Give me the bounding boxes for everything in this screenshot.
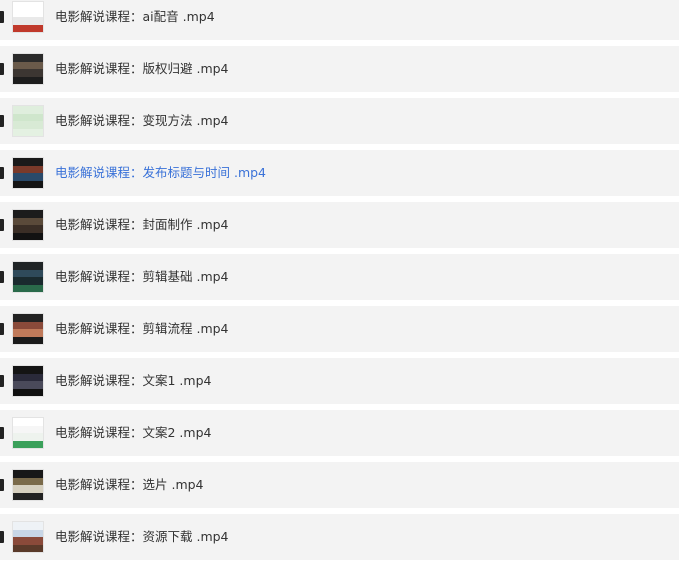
thumbnail-band [13, 433, 43, 441]
thumbnail-band [13, 388, 43, 396]
thumbnail-band [13, 158, 43, 166]
video-thumbnail[interactable] [12, 209, 44, 241]
thumbnail-band [13, 269, 43, 278]
file-row-7[interactable]: 电影解说课程：剪辑流程 .mp4 [0, 306, 679, 352]
thumbnail-band [13, 477, 43, 486]
thumbnail-band [13, 544, 43, 552]
thumbnail-band [13, 284, 43, 292]
row-marker-icon [0, 167, 4, 179]
video-thumbnail[interactable] [12, 313, 44, 345]
file-name[interactable]: 电影解说课程：封面制作 .mp4 [55, 202, 229, 248]
video-thumbnail[interactable] [12, 365, 44, 397]
thumbnail-band [13, 366, 43, 374]
file-row-2[interactable]: 电影解说课程：版权归避 .mp4 [0, 46, 679, 92]
file-row-3[interactable]: 电影解说课程：变现方法 .mp4 [0, 98, 679, 144]
thumbnail-band [13, 492, 43, 500]
thumbnail-band [13, 217, 43, 226]
thumbnail-band [13, 225, 43, 233]
thumbnail-band [13, 381, 43, 389]
file-row-5[interactable]: 电影解说课程：封面制作 .mp4 [0, 202, 679, 248]
file-row-10[interactable]: 电影解说课程：选片 .mp4 [0, 462, 679, 508]
thumbnail-band [13, 61, 43, 70]
file-name[interactable]: 电影解说课程：选片 .mp4 [55, 462, 204, 508]
file-row-1[interactable]: 电影解说课程：ai配音 .mp4 [0, 0, 679, 40]
row-marker-icon [0, 11, 4, 23]
thumbnail-band [13, 210, 43, 218]
thumbnail-band [13, 425, 43, 434]
thumbnail-band [13, 106, 43, 114]
thumbnail-band [13, 336, 43, 344]
thumbnail-band [13, 113, 43, 122]
row-marker-icon [0, 63, 4, 75]
row-marker-icon [0, 531, 4, 543]
thumbnail-band [13, 232, 43, 240]
thumbnail-band [13, 314, 43, 322]
thumbnail-band [13, 2, 43, 10]
file-row-11[interactable]: 电影解说课程：资源下载 .mp4 [0, 514, 679, 560]
thumbnail-band [13, 9, 43, 18]
thumbnail-band [13, 17, 43, 25]
thumbnail-band [13, 69, 43, 77]
thumbnail-band [13, 485, 43, 493]
file-list: 电影解说课程：ai配音 .mp4 电影解说课程：版权归避 .mp4 电影解说课程… [0, 0, 679, 563]
video-thumbnail[interactable] [12, 53, 44, 85]
row-marker-icon [0, 427, 4, 439]
file-row-8[interactable]: 电影解说课程：文案1 .mp4 [0, 358, 679, 404]
video-thumbnail[interactable] [12, 469, 44, 501]
video-thumbnail[interactable] [12, 521, 44, 553]
thumbnail-band [13, 173, 43, 181]
thumbnail-band [13, 54, 43, 62]
file-name[interactable]: 电影解说课程：剪辑基础 .mp4 [55, 254, 229, 300]
video-thumbnail[interactable] [12, 417, 44, 449]
thumbnail-band [13, 440, 43, 448]
row-marker-icon [0, 115, 4, 127]
thumbnail-band [13, 321, 43, 330]
thumbnail-band [13, 262, 43, 270]
file-row-6[interactable]: 电影解说课程：剪辑基础 .mp4 [0, 254, 679, 300]
video-thumbnail[interactable] [12, 157, 44, 189]
video-thumbnail[interactable] [12, 261, 44, 293]
file-name[interactable]: 电影解说课程：文案1 .mp4 [55, 358, 211, 404]
file-name[interactable]: 电影解说课程：发布标题与时间 .mp4 [55, 150, 266, 196]
file-name[interactable]: 电影解说课程：版权归避 .mp4 [55, 46, 229, 92]
file-name[interactable]: 电影解说课程：ai配音 .mp4 [55, 0, 215, 40]
file-row-9[interactable]: 电影解说课程：文案2 .mp4 [0, 410, 679, 456]
thumbnail-band [13, 373, 43, 382]
thumbnail-band [13, 522, 43, 530]
thumbnail-band [13, 76, 43, 84]
thumbnail-band [13, 277, 43, 285]
thumbnail-band [13, 165, 43, 174]
thumbnail-band [13, 180, 43, 188]
video-thumbnail[interactable] [12, 105, 44, 137]
row-marker-icon [0, 479, 4, 491]
file-row-4[interactable]: 电影解说课程：发布标题与时间 .mp4 [0, 150, 679, 196]
file-name[interactable]: 电影解说课程：文案2 .mp4 [55, 410, 211, 456]
thumbnail-band [13, 537, 43, 545]
row-marker-icon [0, 375, 4, 387]
row-marker-icon [0, 271, 4, 283]
row-marker-icon [0, 323, 4, 335]
thumbnail-band [13, 121, 43, 129]
file-name[interactable]: 电影解说课程：资源下载 .mp4 [55, 514, 229, 560]
thumbnail-band [13, 24, 43, 32]
file-name[interactable]: 电影解说课程：剪辑流程 .mp4 [55, 306, 229, 352]
video-thumbnail[interactable] [12, 1, 44, 33]
thumbnail-band [13, 529, 43, 538]
file-name[interactable]: 电影解说课程：变现方法 .mp4 [55, 98, 229, 144]
thumbnail-band [13, 470, 43, 478]
row-marker-icon [0, 219, 4, 231]
thumbnail-band [13, 128, 43, 136]
thumbnail-band [13, 418, 43, 426]
thumbnail-band [13, 329, 43, 337]
